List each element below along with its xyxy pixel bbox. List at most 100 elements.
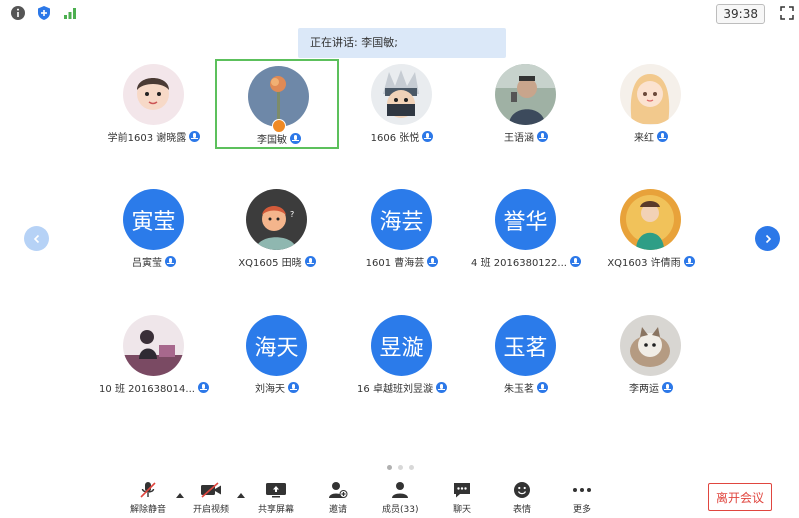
mic-icon [288, 382, 299, 393]
participant-name-row: 朱玉茗 [464, 380, 588, 395]
top-bar: 39:38 [0, 0, 799, 26]
avatar: ? [246, 189, 307, 250]
mic-icon [683, 256, 695, 267]
add-user-icon [327, 480, 349, 500]
chevron-left-icon [33, 234, 39, 243]
participant-tile[interactable]: 海天 刘海天 [215, 310, 339, 400]
participant-name-row: 1601 曹海芸 [340, 254, 464, 269]
participant-name: 吕寅莹 [132, 258, 162, 269]
participant-tile[interactable]: XQ1603 许倩雨 [589, 184, 713, 274]
mic-icon [662, 382, 673, 393]
avatar-initials: 寅莹 [131, 209, 176, 235]
speaking-indicator: 正在讲话: 李国敏; [298, 28, 506, 58]
avatar-initials: 海天 [254, 335, 299, 361]
participant-name-row: XQ1605 田晓 [215, 254, 339, 269]
participant-name-row: XQ1603 许倩雨 [589, 254, 713, 269]
participant-name-row: 李两运 [589, 380, 713, 395]
participant-tile[interactable]: 昱漩 16 卓越班刘昱漩 [340, 310, 464, 400]
smiley-icon [511, 480, 533, 500]
page-dot[interactable] [409, 465, 414, 470]
participant-tile[interactable]: 李两运 [589, 310, 713, 400]
avatar [620, 315, 681, 376]
participant-name-row: 来红 [589, 129, 713, 144]
mic-icon [197, 382, 209, 393]
meeting-timer: 39:38 [716, 4, 765, 24]
emoji-button[interactable]: 表情 [511, 480, 533, 515]
members-icon [389, 480, 411, 500]
avatar [620, 189, 681, 250]
avatar [495, 64, 556, 125]
participant-tile[interactable]: 誉华 4 班 2016380122... [464, 184, 588, 274]
participant-name: XQ1603 许倩雨 [607, 258, 681, 269]
avatar: 玉茗 [495, 315, 556, 376]
participant-tile[interactable]: 来红 [589, 59, 713, 149]
participant-name: 学前1603 谢晓露 [107, 133, 187, 144]
mic-icon [290, 133, 301, 144]
start-video-button[interactable]: 开启视频 [193, 480, 229, 515]
fullscreen-icon[interactable] [778, 4, 796, 22]
avatar [123, 315, 184, 376]
participant-name: XQ1605 田晓 [238, 258, 302, 269]
participant-tile[interactable]: ? XQ1605 田晓 [215, 184, 339, 274]
mic-icon [569, 256, 581, 267]
participant-name: 李国敏 [257, 135, 287, 146]
share-screen-button[interactable]: 共享屏幕 [258, 480, 294, 515]
participant-name: 10 班 201638014... [99, 384, 195, 395]
participant-name: 4 班 2016380122... [471, 258, 567, 269]
avatar [371, 64, 432, 125]
mic-icon [537, 131, 548, 142]
more-button[interactable]: 更多 [571, 480, 593, 515]
mic-icon [537, 382, 548, 393]
mic-icon [189, 131, 201, 142]
avatar-initials: 昱漩 [379, 335, 424, 361]
participant-tile[interactable]: 1606 张悦 [340, 59, 464, 149]
avatar: 海天 [246, 315, 307, 376]
avatar: 昱漩 [371, 315, 432, 376]
participant-tile[interactable]: 李国敏 [215, 59, 339, 149]
page-dot[interactable] [387, 465, 392, 470]
participant-name: 朱玉茗 [504, 384, 534, 395]
page-dot[interactable] [398, 465, 403, 470]
more-icon [571, 480, 593, 500]
shield-icon[interactable] [35, 4, 53, 22]
participant-tile[interactable]: 海芸 1601 曹海芸 [340, 184, 464, 274]
participant-tile[interactable]: 寅莹 吕寅莹 [92, 184, 216, 274]
invite-button[interactable]: 邀请 [327, 480, 349, 515]
mic-icon [427, 256, 439, 267]
mic-icon [304, 256, 316, 267]
audio-options-caret[interactable] [176, 493, 184, 498]
avatar-initials: 玉茗 [503, 335, 548, 361]
unmute-button[interactable]: 解除静音 [130, 480, 166, 515]
participant-tile[interactable]: 王语涵 [464, 59, 588, 149]
participant-tile[interactable]: 10 班 201638014... [92, 310, 216, 400]
participant-name-row: 李国敏 [217, 131, 341, 146]
participant-tile[interactable]: 玉茗 朱玉茗 [464, 310, 588, 400]
avatar [620, 64, 681, 125]
participant-name: 16 卓越班刘昱漩 [357, 384, 433, 395]
participant-name-row: 吕寅莹 [92, 254, 216, 269]
participant-name-row: 学前1603 谢晓露 [92, 129, 216, 144]
chat-button[interactable]: 聊天 [451, 480, 473, 515]
participant-name: 李两运 [629, 384, 659, 395]
participant-name-row: 1606 张悦 [340, 129, 464, 144]
info-icon[interactable] [9, 4, 27, 22]
leave-meeting-button[interactable]: 离开会议 [708, 483, 772, 511]
participant-name-row: 4 班 2016380122... [464, 254, 588, 269]
members-button[interactable]: 成员(33) [382, 480, 418, 515]
participant-tile[interactable]: 学前1603 谢晓露 [92, 59, 216, 149]
next-page-button[interactable] [755, 226, 780, 251]
chat-icon [451, 480, 473, 500]
mic-muted-icon [137, 480, 159, 500]
video-options-caret[interactable] [237, 493, 245, 498]
chevron-right-icon [765, 234, 771, 243]
avatar: 海芸 [371, 189, 432, 250]
avatar-initials: 誉华 [503, 209, 548, 235]
mic-icon [165, 256, 176, 267]
signal-icon[interactable] [61, 4, 79, 22]
avatar [123, 64, 184, 125]
avatar: 寅莹 [123, 189, 184, 250]
previous-page-button[interactable] [24, 226, 49, 251]
mic-icon [422, 131, 434, 142]
participant-name: 来红 [634, 133, 654, 144]
mic-icon [435, 382, 447, 393]
